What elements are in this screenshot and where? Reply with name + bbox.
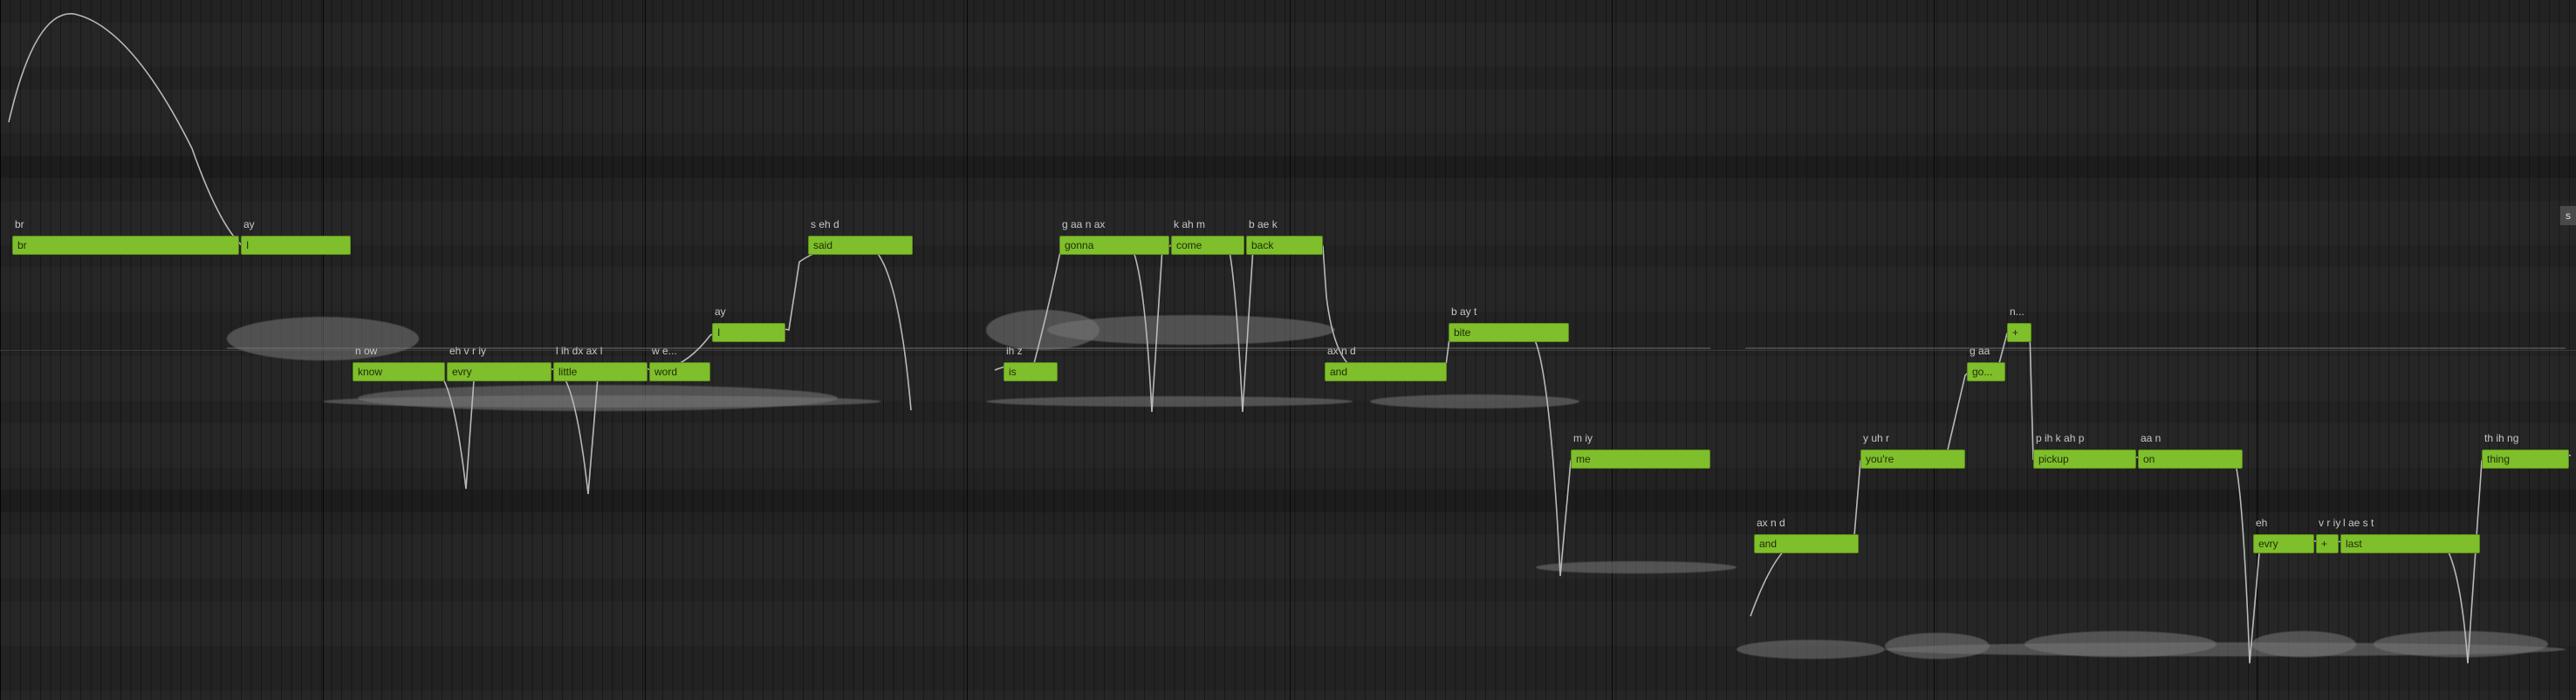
note-me[interactable]: me xyxy=(1571,450,1710,469)
piano-roll-lanes xyxy=(0,0,2576,700)
note-bite[interactable]: bite xyxy=(1449,323,1569,342)
lane xyxy=(0,178,2576,201)
lane xyxy=(0,490,2576,512)
lane xyxy=(0,601,2576,624)
note-and2[interactable]: and xyxy=(1754,534,1859,553)
note-is[interactable]: is xyxy=(1004,362,1058,381)
lane xyxy=(0,468,2576,491)
note-evry2[interactable]: evry xyxy=(2253,534,2314,553)
note-word[interactable]: word xyxy=(649,362,710,381)
note-said[interactable]: said xyxy=(808,236,913,255)
note-on[interactable]: on xyxy=(2138,450,2243,469)
note-br1[interactable]: br xyxy=(12,236,239,255)
lane xyxy=(0,112,2576,134)
lane xyxy=(0,401,2576,423)
note-youre[interactable]: you're xyxy=(1860,450,1965,469)
lane xyxy=(0,557,2576,580)
note-go[interactable]: go... xyxy=(1967,362,2005,381)
note-plus1[interactable]: + xyxy=(2007,323,2031,342)
lane xyxy=(0,67,2576,90)
lane xyxy=(0,89,2576,112)
note-i1[interactable]: I xyxy=(241,236,351,255)
lane xyxy=(0,623,2576,646)
note-thing[interactable]: thing xyxy=(2482,450,2569,469)
lane xyxy=(0,23,2576,45)
side-chip[interactable]: s xyxy=(2559,206,2576,225)
lane xyxy=(0,201,2576,223)
lane xyxy=(0,579,2576,601)
lane xyxy=(0,156,2576,179)
lane xyxy=(0,0,2576,23)
note-little[interactable]: little xyxy=(553,362,647,381)
lane xyxy=(0,512,2576,535)
lane xyxy=(0,423,2576,446)
lane xyxy=(0,534,2576,557)
note-come[interactable]: come xyxy=(1171,236,1244,255)
lane xyxy=(0,646,2576,669)
lane xyxy=(0,134,2576,156)
note-know[interactable]: know xyxy=(353,362,445,381)
note-i2[interactable]: I xyxy=(712,323,785,342)
note-pickup[interactable]: pickup xyxy=(2033,450,2136,469)
lane xyxy=(0,668,2576,690)
lane xyxy=(0,45,2576,67)
lane xyxy=(0,290,2576,312)
note-last[interactable]: last xyxy=(2340,534,2480,553)
lane xyxy=(0,690,2576,700)
note-and1[interactable]: and xyxy=(1325,362,1447,381)
note-back[interactable]: back xyxy=(1246,236,1323,255)
lane xyxy=(0,334,2576,357)
lane xyxy=(0,267,2576,290)
lane xyxy=(0,312,2576,334)
note-gonna[interactable]: gonna xyxy=(1059,236,1169,255)
note-evry1[interactable]: evry xyxy=(447,362,552,381)
lane xyxy=(0,379,2576,401)
note-plus2[interactable]: + xyxy=(2316,534,2339,553)
